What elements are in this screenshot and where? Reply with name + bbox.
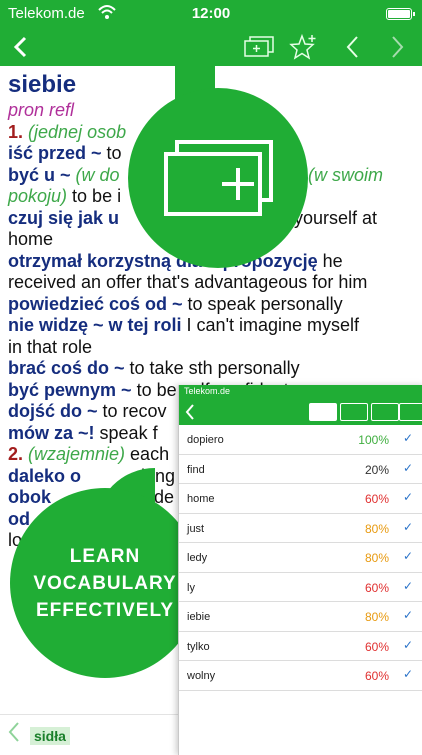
part-of-speech: pron refl <box>8 100 75 120</box>
word-label: find <box>187 463 205 476</box>
translation: to recov <box>97 401 167 421</box>
progress-percent: 80% <box>364 521 389 536</box>
promo-line: EFFECTIVELY <box>35 599 175 621</box>
translation: in that role <box>8 336 93 357</box>
translation: to <box>101 143 122 163</box>
related-word-chip[interactable]: sidła <box>30 727 70 745</box>
promo-line: LEARN <box>69 545 141 567</box>
progress-percent: 80% <box>364 610 389 624</box>
word-label: home <box>187 493 215 505</box>
word-label: ledy <box>187 552 208 564</box>
phrase[interactable]: mów za ~! <box>8 423 95 443</box>
word-label: dopiero <box>187 434 224 446</box>
translation: to speak personally <box>182 293 343 314</box>
phrase[interactable]: czuj się jak u <box>8 208 119 228</box>
word-row[interactable]: ly 60% ✓ <box>179 573 422 602</box>
trainer-nav-bar <box>179 399 422 425</box>
phrase-gloss: (w do <box>70 164 120 185</box>
translation: to be i <box>67 186 122 206</box>
phrase[interactable]: powiedzieć coś od ~ <box>8 294 183 314</box>
progress-percent: 60% <box>364 580 389 595</box>
word-row[interactable]: dopiero 100% ✓ <box>179 425 422 455</box>
clock: 12:00 <box>191 5 231 22</box>
checkmark-icon[interactable]: ✓ <box>403 431 413 445</box>
vocabulary-trainer-preview: Telekom.de dopiero 100% ✓ find 20% ✓ home 60% ✓ j… <box>178 385 422 755</box>
word-row[interactable]: iebie 80% ✓ <box>179 602 422 632</box>
promo-bubble: LEARN VOCABULARY EFFECTIVELY <box>10 488 200 678</box>
checkmark-icon[interactable]: ✓ <box>403 461 413 475</box>
sense-number: 2. <box>8 444 24 464</box>
translation: I can't imagine myself <box>181 315 360 335</box>
add-flashcard-icon <box>163 140 275 225</box>
checkmark-icon[interactable]: ✓ <box>403 667 413 681</box>
word-row[interactable]: just 80% ✓ <box>179 514 422 543</box>
checkmark-icon[interactable]: ✓ <box>403 638 413 652</box>
navigation-bar <box>0 28 422 66</box>
sense-gloss: (wzajemnie) <box>23 444 126 464</box>
promo-text: LEARN VOCABULARY EFFECTIVELY <box>10 488 200 678</box>
phrase[interactable]: brać coś do ~ <box>8 358 125 378</box>
word-row[interactable]: home 60% ✓ <box>179 484 422 514</box>
status-bar: Telekom.de 12:00 <box>0 0 422 28</box>
phrase-gloss: pokoju) <box>8 186 68 206</box>
tab-progress-icon[interactable] <box>340 403 368 421</box>
tab-edit-icon[interactable] <box>371 403 399 421</box>
checkmark-icon[interactable]: ✓ <box>403 579 413 593</box>
phrase[interactable]: iść przed ~ <box>8 143 102 163</box>
word-label: iebie <box>187 611 211 623</box>
sense-gloss: (jednej osob <box>28 121 127 142</box>
checkmark-icon[interactable]: ✓ <box>403 520 413 534</box>
word-row[interactable]: tylko 60% ✓ <box>179 632 422 661</box>
phrase[interactable]: dojść do ~ <box>8 401 98 421</box>
word-label: tylko <box>187 640 210 653</box>
word-row[interactable]: ledy 80% ✓ <box>179 543 422 573</box>
phrase[interactable]: nie widzę ~ w tej roli <box>8 315 182 335</box>
progress-percent: 60% <box>364 639 389 654</box>
add-flashcard-icon[interactable] <box>243 28 275 66</box>
phrase[interactable]: być pewnym ~ <box>8 380 132 400</box>
back-chevron-icon[interactable] <box>8 721 20 748</box>
add-flashcard-callout <box>128 88 308 268</box>
tab-stats-icon[interactable] <box>309 403 337 421</box>
progress-percent: 20% <box>364 462 389 477</box>
progress-percent: 60% <box>364 669 389 683</box>
word-row[interactable]: wolny 60% ✓ <box>179 661 422 691</box>
phrase[interactable]: otrzymał korzystną dla ~ propozycję <box>8 251 318 271</box>
word-label: wolny <box>187 670 216 682</box>
carrier-label: Telekom.de <box>184 386 231 396</box>
phrase-gloss: (w swoim <box>308 164 383 185</box>
word-row[interactable]: find 20% ✓ <box>179 455 422 484</box>
star-plus-icon[interactable] <box>288 28 318 66</box>
tab-list-icon[interactable] <box>399 403 422 421</box>
word-label: ly <box>187 581 195 594</box>
promo-line: VOCABULARY <box>33 572 177 594</box>
previous-entry-icon[interactable] <box>340 28 364 66</box>
translation: speak f <box>94 422 158 443</box>
translation: each <box>125 444 170 464</box>
battery-icon <box>386 8 415 20</box>
status-bar: Telekom.de <box>179 385 422 399</box>
sense-number: 1. <box>8 121 24 142</box>
translation: he <box>317 250 343 271</box>
phrase[interactable]: daleko o <box>8 466 81 486</box>
back-chevron-icon[interactable] <box>185 404 194 425</box>
word-label: just <box>187 522 205 535</box>
translation: to take sth personally <box>124 358 300 378</box>
progress-percent: 60% <box>364 492 389 506</box>
checkmark-icon[interactable]: ✓ <box>403 549 413 563</box>
checkmark-icon[interactable]: ✓ <box>403 490 413 504</box>
translation: received an offer that's advantageous fo… <box>8 272 368 292</box>
phrase[interactable]: być u ~ <box>8 165 71 185</box>
progress-percent: 80% <box>364 551 389 565</box>
back-chevron-icon[interactable] <box>6 28 34 66</box>
next-entry-icon[interactable] <box>386 28 410 66</box>
progress-percent: 100% <box>358 433 389 447</box>
checkmark-icon[interactable]: ✓ <box>403 608 413 622</box>
